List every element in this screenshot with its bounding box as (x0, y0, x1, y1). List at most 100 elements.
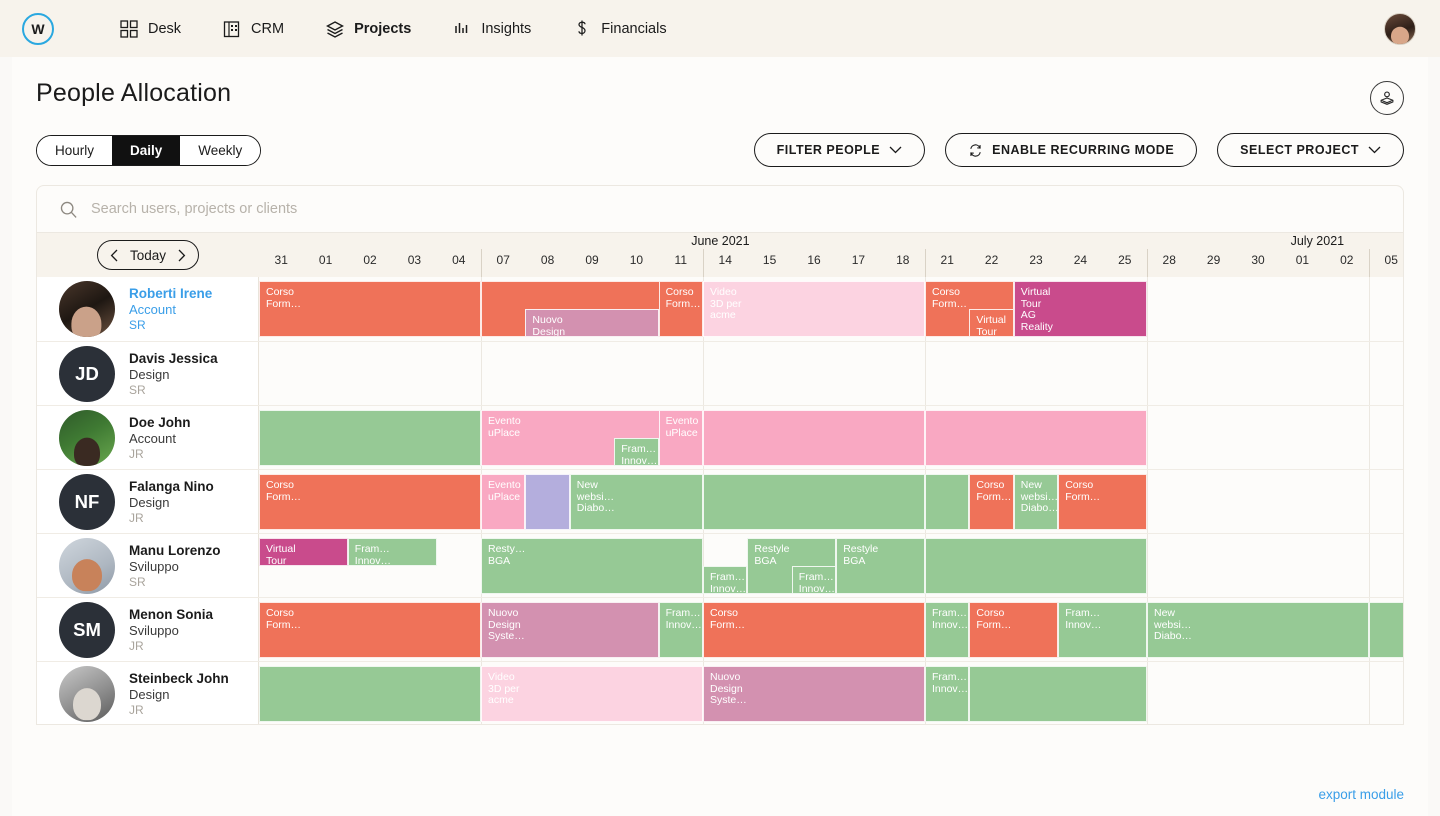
person-timeline-track[interactable]: Corso Form… Nuovo Design Syste… Fram… Inno… (259, 598, 1403, 661)
person-timeline-track[interactable] (259, 342, 1403, 405)
app-logo[interactable]: W (22, 12, 54, 45)
view-mode-hourly[interactable]: Hourly (37, 135, 113, 165)
nav-item-desk[interactable]: Desk (120, 19, 181, 38)
allocation-block[interactable] (925, 410, 1147, 466)
filter-people-button[interactable]: FILTER PEOPLE (753, 133, 926, 167)
person-info[interactable]: Steinbeck John Design JR (37, 662, 259, 724)
person-timeline-track[interactable]: Corso Form… Nuovo Design Corso Form… Video … (259, 277, 1403, 341)
filter-people-label: FILTER PEOPLE (776, 143, 881, 157)
view-mode-weekly[interactable]: Weekly (180, 135, 261, 165)
nav-item-projects[interactable]: Projects (326, 20, 411, 38)
nav-item-crm[interactable]: CRM (223, 20, 284, 38)
person-role: Sviluppo (129, 558, 179, 574)
allocation-block[interactable]: Virtual Tour AG Reality (1013, 281, 1147, 337)
person-info[interactable]: JD Davis Jessica Design SR (37, 342, 259, 405)
nav-item-financials[interactable]: Financials (573, 20, 667, 38)
avatar: JD (59, 345, 115, 402)
allocation-block[interactable] (259, 410, 481, 466)
allocation-block[interactable]: Fram… Innov… (791, 566, 837, 594)
person-timeline-track[interactable]: Evento uPlace Fram… Innov… Evento uPlace (259, 406, 1403, 469)
allocation-block[interactable] (925, 474, 970, 530)
allocation-block[interactable]: Fram… Innov… (658, 602, 703, 658)
allocation-block[interactable]: New websi… Diabo… (1013, 474, 1059, 530)
allocation-block[interactable] (703, 410, 925, 466)
chevron-right-icon[interactable] (177, 249, 186, 262)
allocation-block[interactable]: Video 3D per acme (481, 666, 703, 722)
person-info[interactable]: NF Falanga Nino Design JR (37, 470, 259, 533)
view-mode-daily[interactable]: Daily (112, 135, 181, 165)
chevron-down-icon (889, 146, 902, 154)
search-input[interactable] (91, 201, 1381, 217)
allocation-block[interactable]: Evento uPlace (658, 410, 703, 466)
person-timeline-track[interactable]: Corso Form… Evento uPlace New websi… Diabo… (259, 470, 1403, 533)
grid-icon (120, 19, 138, 38)
allocation-block[interactable]: Nuovo Design (525, 309, 659, 337)
day-column-header: 21 (940, 253, 954, 267)
allocation-block[interactable] (1369, 602, 1403, 658)
allocation-block[interactable] (703, 474, 925, 530)
week-separator (1147, 342, 1148, 405)
allocation-block[interactable]: Resty… BGA (481, 538, 703, 594)
allocation-block[interactable]: Evento uPlace (481, 474, 526, 530)
allocation-block[interactable]: Corso Form… (259, 602, 481, 658)
day-column-header: 14 (718, 253, 732, 267)
allocation-block[interactable]: New websi… Diabo… (569, 474, 703, 530)
person-info[interactable]: SM Menon Sonia Sviluppo JR (37, 598, 259, 661)
allocation-block[interactable]: Corso Form… (1058, 474, 1147, 530)
day-column-header: 11 (674, 253, 688, 267)
allocation-block[interactable]: Fram… Innov… (614, 438, 659, 466)
allocation-block[interactable]: Virtual Tour (259, 538, 348, 566)
person-info[interactable]: Doe John Account JR (37, 406, 259, 469)
allocation-block[interactable]: Video 3D per acme (703, 281, 925, 337)
allocation-block[interactable]: Fram… Innov… (703, 566, 748, 594)
manage-people-button[interactable] (1370, 81, 1404, 115)
person-name: Falanga Nino (129, 478, 214, 494)
bars-icon (453, 20, 471, 38)
person-role: Design (129, 494, 170, 510)
allocation-block[interactable] (969, 666, 1147, 722)
week-separator (1369, 406, 1370, 469)
allocation-block[interactable]: Corso Form… (259, 474, 481, 530)
allocation-block[interactable]: Virtual Tour (969, 309, 1014, 337)
person-row: Manu Lorenzo Sviluppo SR Virtual Tour Fram… … (37, 533, 1403, 597)
dollar-icon (573, 20, 591, 38)
today-button[interactable]: Today (96, 240, 200, 270)
allocation-block[interactable]: Fram… Innov… (925, 602, 970, 658)
allocation-block[interactable]: Nuovo Design Syste… (703, 666, 925, 722)
select-project-button[interactable]: SELECT PROJECT (1217, 133, 1404, 167)
allocation-block[interactable] (925, 538, 1147, 594)
allocation-block[interactable]: Fram… Innov… (1058, 602, 1147, 658)
view-mode-toggle[interactable]: Hourly Daily Weekly (36, 134, 262, 166)
person-role: Account (129, 302, 176, 317)
nav-item-insights[interactable]: Insights (453, 20, 531, 38)
allocation-block[interactable]: Corso Form… (259, 281, 481, 337)
enable-recurring-mode-button[interactable]: ENABLE RECURRING MODE (945, 133, 1198, 167)
export-module-link[interactable]: export module (1318, 787, 1404, 802)
allocation-block[interactable]: Restyle BGA (836, 538, 925, 594)
person-info[interactable]: Roberti Irene Account SR (37, 277, 259, 341)
person-timeline-track[interactable]: Virtual Tour Fram… Innov… Resty… BGA Fram… … (259, 534, 1403, 597)
allocation-block[interactable]: Nuovo Design Syste… (481, 602, 659, 658)
day-column-header: 08 (540, 253, 555, 267)
allocation-block[interactable]: Corso Form… (703, 602, 925, 658)
recurring-icon (970, 143, 981, 157)
person-info[interactable]: Manu Lorenzo Sviluppo SR (37, 534, 259, 597)
allocation-block[interactable]: Corso Form… (969, 602, 1059, 658)
allocation-block[interactable] (525, 474, 570, 530)
week-separator (1147, 662, 1148, 724)
avatar (59, 281, 115, 337)
allocation-block[interactable]: New websi… Diabo… (1147, 602, 1369, 658)
day-column-header: 18 (896, 253, 910, 267)
chevron-left-icon[interactable] (110, 249, 119, 262)
allocation-block[interactable]: Fram… Innov… (925, 666, 970, 722)
allocation-block[interactable]: Corso Form… (658, 281, 703, 337)
week-separator (1369, 534, 1370, 597)
person-name: Doe John (129, 414, 191, 430)
allocation-block[interactable] (259, 666, 481, 722)
allocation-block[interactable]: Corso Form… (969, 474, 1014, 530)
person-level: SR (129, 382, 146, 397)
user-avatar[interactable] (1384, 12, 1416, 45)
person-role: Design (129, 686, 170, 702)
allocation-block[interactable]: Fram… Innov… (347, 538, 437, 566)
person-timeline-track[interactable]: Video 3D per acme Nuovo Design Syste… Fram… (259, 662, 1403, 724)
